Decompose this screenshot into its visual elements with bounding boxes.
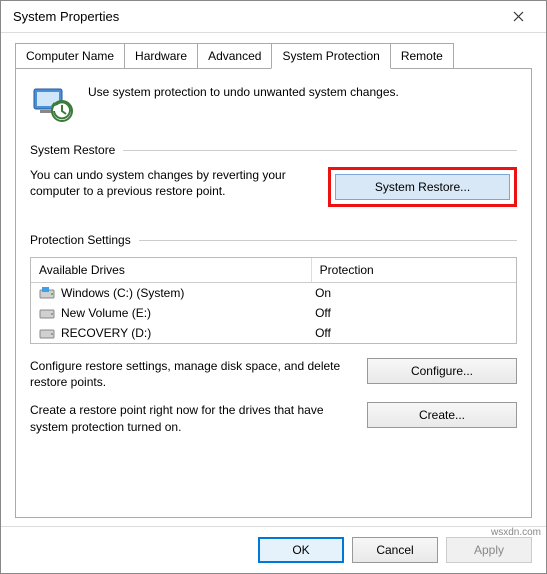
drive-name: Windows (C:) (System) xyxy=(61,286,184,300)
create-desc: Create a restore point right now for the… xyxy=(30,402,355,434)
configure-row: Configure restore settings, manage disk … xyxy=(30,358,517,390)
col-protection[interactable]: Protection xyxy=(312,258,516,282)
group-system-restore: System Restore xyxy=(30,143,517,157)
apply-button: Apply xyxy=(446,537,532,563)
table-row[interactable]: Windows (C:) (System) On xyxy=(31,283,516,303)
drive-name: RECOVERY (D:) xyxy=(61,326,151,340)
table-row[interactable]: RECOVERY (D:) Off xyxy=(31,323,516,343)
system-properties-window: System Properties Computer Name Hardware… xyxy=(0,0,547,574)
group-protection-settings: Protection Settings xyxy=(30,233,517,247)
dialog-footer: OK Cancel Apply xyxy=(1,526,546,573)
cancel-button[interactable]: Cancel xyxy=(352,537,438,563)
drive-status: Off xyxy=(315,306,508,320)
drive-system-icon xyxy=(39,286,55,300)
system-restore-icon xyxy=(30,81,74,125)
drive-icon xyxy=(39,326,55,340)
drive-icon xyxy=(39,306,55,320)
tab-hardware[interactable]: Hardware xyxy=(124,43,198,68)
titlebar: System Properties xyxy=(1,1,546,33)
tabstrip: Computer Name Hardware Advanced System P… xyxy=(15,43,532,69)
system-restore-button[interactable]: System Restore... xyxy=(335,174,510,200)
table-header: Available Drives Protection xyxy=(31,258,516,283)
configure-desc: Configure restore settings, manage disk … xyxy=(30,358,355,390)
col-available-drives[interactable]: Available Drives xyxy=(31,258,312,282)
drives-table: Available Drives Protection Windows (C:)… xyxy=(30,257,517,344)
window-title: System Properties xyxy=(13,9,498,24)
tab-computer-name[interactable]: Computer Name xyxy=(15,43,125,68)
divider xyxy=(139,240,517,241)
divider xyxy=(123,150,517,151)
system-restore-desc: You can undo system changes by reverting… xyxy=(30,167,316,199)
intro-text: Use system protection to undo unwanted s… xyxy=(88,81,399,99)
tab-system-protection[interactable]: System Protection xyxy=(271,43,390,69)
ok-button[interactable]: OK xyxy=(258,537,344,563)
table-row[interactable]: New Volume (E:) Off xyxy=(31,303,516,323)
drive-status: On xyxy=(315,286,508,300)
watermark: wsxdn.com xyxy=(491,527,541,538)
configure-button[interactable]: Configure... xyxy=(367,358,517,384)
content-area: Computer Name Hardware Advanced System P… xyxy=(1,33,546,526)
drive-name: New Volume (E:) xyxy=(61,306,151,320)
system-restore-heading: System Restore xyxy=(30,143,115,157)
drive-status: Off xyxy=(315,326,508,340)
close-button[interactable] xyxy=(498,3,538,31)
tab-remote[interactable]: Remote xyxy=(390,43,454,68)
tab-advanced[interactable]: Advanced xyxy=(197,43,272,68)
tab-panel-system-protection: Use system protection to undo unwanted s… xyxy=(15,69,532,518)
system-restore-row: You can undo system changes by reverting… xyxy=(30,167,517,207)
highlight-box: System Restore... xyxy=(328,167,517,207)
intro-row: Use system protection to undo unwanted s… xyxy=(30,81,517,125)
create-button[interactable]: Create... xyxy=(367,402,517,428)
protection-settings-heading: Protection Settings xyxy=(30,233,131,247)
close-icon xyxy=(513,11,524,22)
create-row: Create a restore point right now for the… xyxy=(30,402,517,434)
